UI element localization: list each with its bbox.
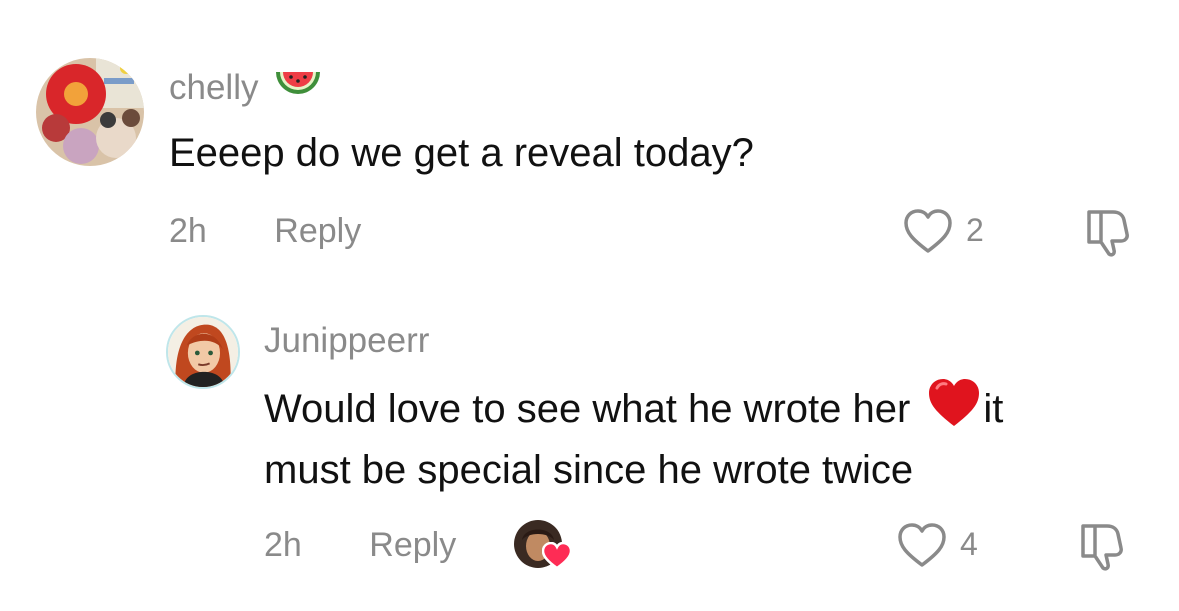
comment-time: 2h <box>264 526 302 564</box>
avatar[interactable] <box>166 315 240 389</box>
watermelon-icon <box>274 66 322 113</box>
comments-panel: chelly Eeeep do we get a reveal today? 2… <box>0 0 1179 611</box>
avatar[interactable] <box>36 58 144 166</box>
dislike-button[interactable] <box>1083 206 1133 258</box>
red-heart-icon <box>927 378 981 445</box>
thumbs-down-icon <box>1081 524 1123 571</box>
reply-button[interactable]: Reply <box>369 526 456 564</box>
like-count: 4 <box>960 526 978 562</box>
creator-liked-badge <box>514 520 574 570</box>
comment-username[interactable]: Junippeerr <box>264 321 429 361</box>
comment-text-line: it <box>983 387 1004 432</box>
dislike-button[interactable] <box>1077 520 1127 572</box>
comment-meta: 2h Reply <box>169 211 361 251</box>
username-text: chelly <box>169 67 259 107</box>
like-button[interactable]: 4 <box>896 522 996 570</box>
heart-outline-icon <box>898 523 946 567</box>
reply-button[interactable]: Reply <box>274 212 361 250</box>
comment-text: Eeeep do we get a reveal today? <box>169 131 754 175</box>
comment-meta: 2h Reply <box>264 525 456 565</box>
comment-time: 2h <box>169 212 207 250</box>
comment-text-line: must be special since he wrote twice <box>264 448 914 492</box>
comment-text-line: Would love to see what he wrote her <box>264 387 911 432</box>
like-count: 2 <box>966 212 984 248</box>
comment-username[interactable]: chelly <box>169 66 322 113</box>
like-button[interactable]: 2 <box>902 208 1002 256</box>
comment-text: Would love to see what he wrote her it <box>264 378 1003 445</box>
heart-outline-icon <box>904 209 952 253</box>
avatar-cartoon-icon <box>168 317 238 387</box>
thumbs-down-icon <box>1087 210 1129 257</box>
heart-badge-icon <box>542 542 572 570</box>
avatar-flowers-icon <box>36 58 144 166</box>
